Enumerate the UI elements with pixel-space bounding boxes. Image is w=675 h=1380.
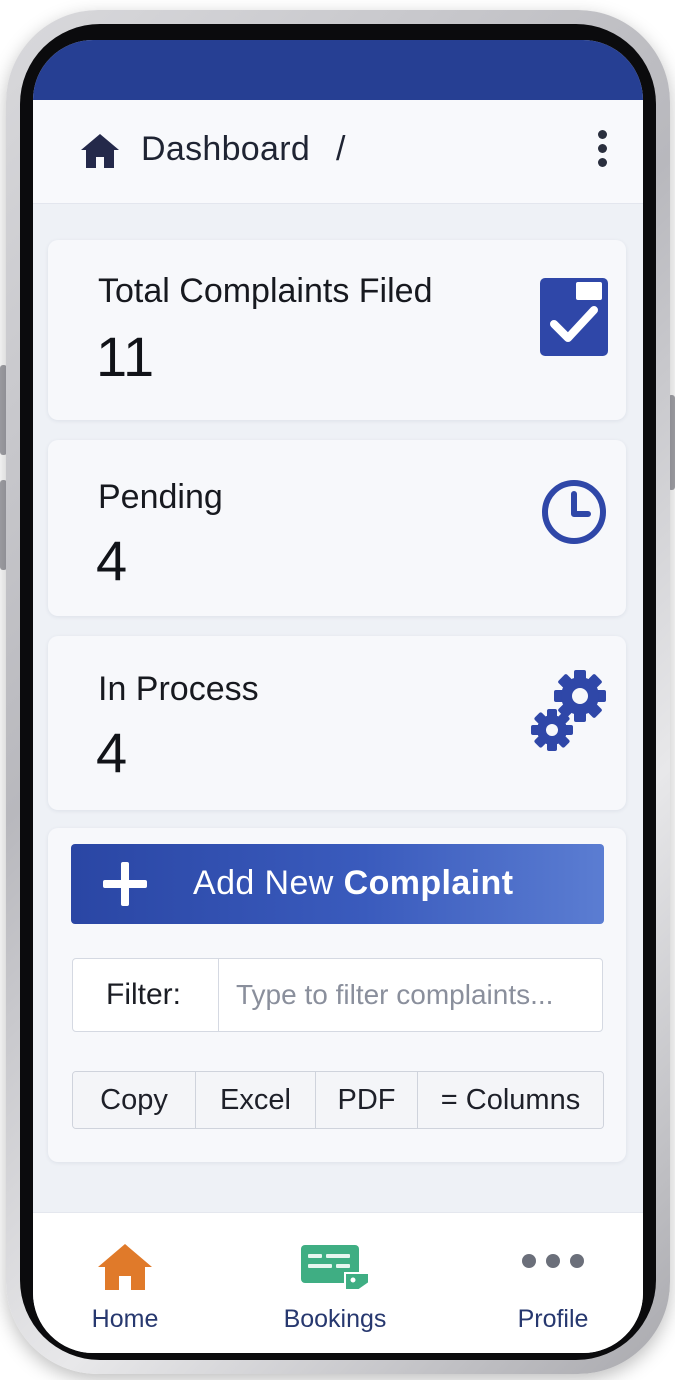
add-new-complaint-label: Add New Complaint <box>193 864 513 903</box>
stat-value: 11 <box>96 325 155 388</box>
copy-button[interactable]: Copy <box>73 1072 196 1128</box>
filter-input[interactable] <box>220 959 602 1031</box>
stat-label: Total Complaints Filed <box>98 272 433 310</box>
nav-label-home: Home <box>91 1305 159 1333</box>
status-bar <box>33 40 643 100</box>
stat-card-in-process[interactable]: In Process 4 <box>48 636 626 810</box>
nav-item-bookings[interactable]: Bookings <box>265 1213 405 1353</box>
columns-button[interactable]: = Columns <box>418 1072 603 1128</box>
stat-value: 4 <box>96 721 128 784</box>
nav-item-profile[interactable]: Profile <box>493 1213 613 1353</box>
filter-group: Filter: <box>72 958 603 1032</box>
stat-label: Pending <box>98 478 223 516</box>
gears-icon <box>531 670 606 751</box>
bookings-icon <box>301 1245 370 1291</box>
stat-value: 4 <box>96 529 128 592</box>
breadcrumb-separator: / <box>336 130 346 168</box>
plus-icon <box>103 862 147 906</box>
stat-card-total[interactable]: Total Complaints Filed 11 <box>48 240 626 420</box>
nav-item-home[interactable]: Home <box>65 1213 185 1353</box>
stat-label: In Process <box>98 670 259 708</box>
breadcrumb-dashboard[interactable]: Dashboard <box>141 130 310 169</box>
nav-label-profile: Profile <box>517 1305 589 1333</box>
app-header: Dashboard / <box>33 100 643 204</box>
pdf-button[interactable]: PDF <box>316 1072 418 1128</box>
home-icon <box>98 1244 152 1290</box>
clock-icon <box>542 480 606 544</box>
more-icon <box>522 1254 584 1268</box>
checkbox-icon <box>540 278 608 356</box>
filter-label: Filter: <box>73 959 219 1031</box>
add-label-prefix: Add New <box>193 864 344 902</box>
stat-card-pending[interactable]: Pending 4 <box>48 440 626 616</box>
excel-button[interactable]: Excel <box>196 1072 316 1128</box>
add-new-complaint-button[interactable]: Add New Complaint <box>71 844 604 924</box>
actions-card: Add New Complaint Filter: Copy Excel PDF… <box>48 828 626 1162</box>
add-label-bold: Complaint <box>343 864 514 902</box>
export-button-group: Copy Excel PDF = Columns <box>72 1071 604 1129</box>
home-icon[interactable] <box>79 132 121 170</box>
bottom-nav: Home Bookings Profile <box>33 1212 643 1353</box>
more-menu-icon[interactable] <box>593 130 611 174</box>
app-screen: Dashboard / Total Complaints Filed 11 Pe… <box>33 40 643 1353</box>
nav-label-bookings: Bookings <box>283 1305 387 1333</box>
